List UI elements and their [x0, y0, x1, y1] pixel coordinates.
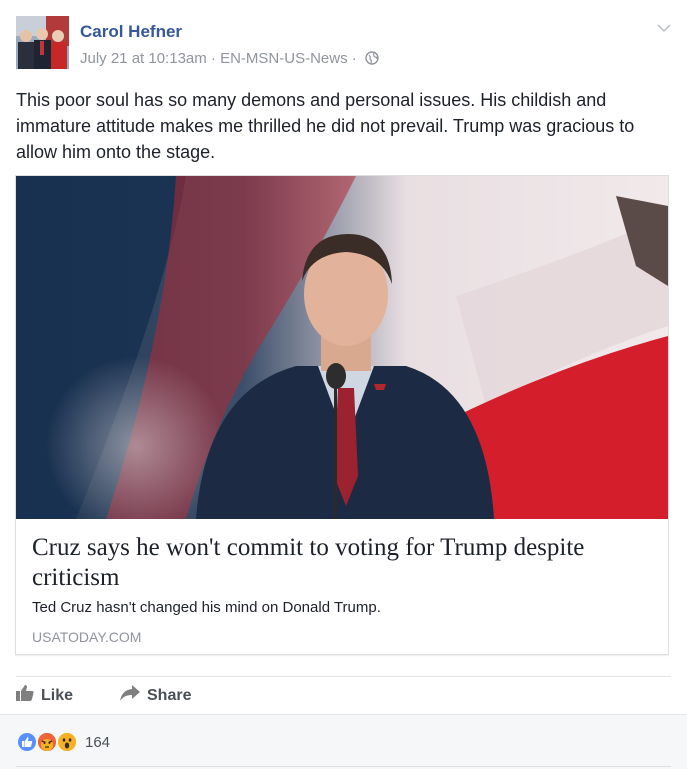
divider: [16, 766, 671, 767]
like-label: Like: [41, 686, 74, 704]
reactions-summary[interactable]: 164: [0, 714, 687, 769]
post-actions: Like Share: [16, 676, 671, 713]
reaction-count[interactable]: 164: [85, 734, 110, 751]
angry-icon: [36, 731, 58, 753]
avatar[interactable]: [16, 16, 69, 69]
globe-icon[interactable]: [365, 51, 379, 69]
share-arrow-icon: [120, 685, 140, 706]
reaction-icons[interactable]: [16, 731, 86, 753]
post-meta: July 21 at 10:13am · EN-MSN-US-News ·: [80, 50, 379, 69]
link-preview-card[interactable]: Cruz says he won't commit to voting for …: [15, 175, 669, 655]
meta-separator: ·: [210, 50, 216, 67]
like-button[interactable]: Like: [16, 685, 73, 706]
post-header: Carol Hefner July 21 at 10:13am · EN-MSN…: [16, 16, 671, 72]
post-source[interactable]: EN-MSN-US-News: [220, 50, 348, 67]
link-domain: USATODAY.COM: [32, 629, 142, 645]
share-button[interactable]: Share: [120, 685, 191, 706]
link-preview-image[interactable]: [16, 176, 668, 519]
post-text: This poor soul has so many demons and pe…: [16, 90, 635, 162]
author-name[interactable]: Carol Hefner: [80, 22, 182, 42]
share-label: Share: [147, 686, 192, 704]
meta-separator: ·: [351, 50, 357, 67]
post-date[interactable]: July 21 at 10:13am: [80, 50, 207, 67]
link-description: Ted Cruz hasn't changed his mind on Dona…: [32, 599, 381, 616]
thumbs-up-icon: [16, 685, 34, 706]
wow-icon: [56, 731, 78, 753]
link-title[interactable]: Cruz says he won't commit to voting for …: [32, 533, 652, 593]
chevron-down-icon[interactable]: [657, 20, 671, 33]
like-icon: [16, 731, 38, 753]
